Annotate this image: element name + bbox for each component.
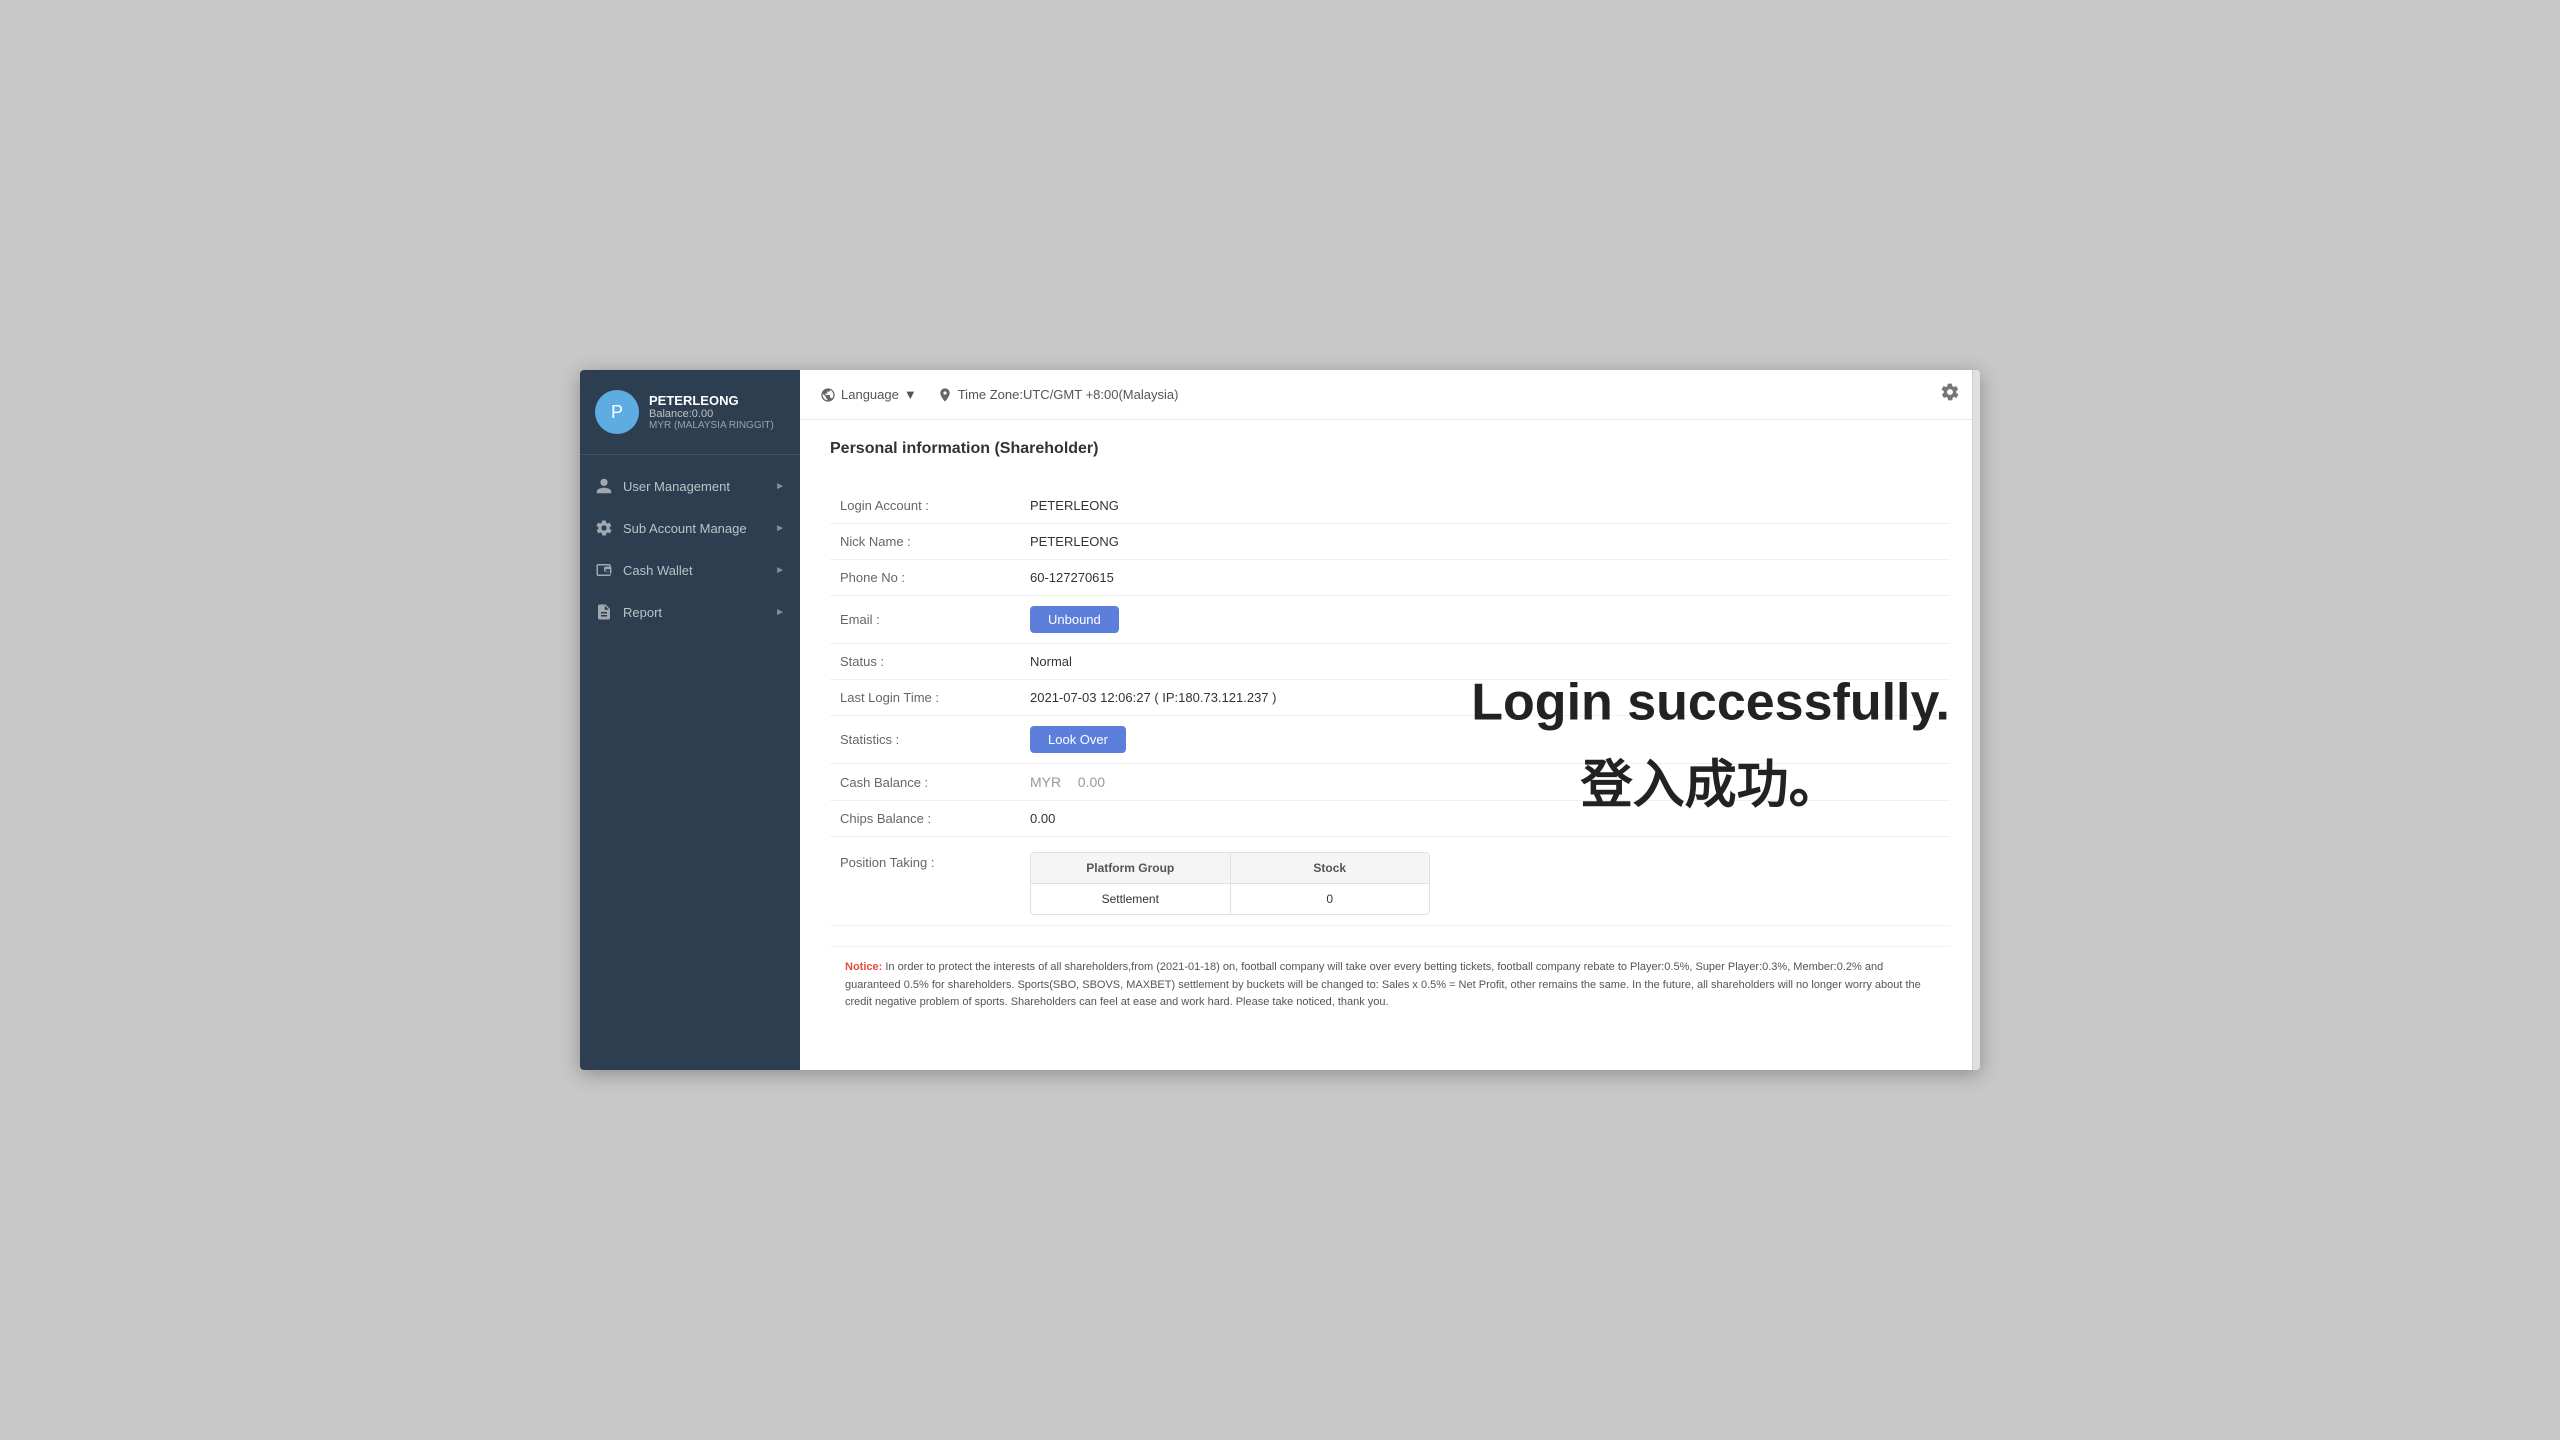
timezone-display: Time Zone:UTC/GMT +8:00(Malaysia) — [937, 387, 1179, 403]
nav-label-sub-account-manage: Sub Account Manage — [623, 521, 747, 536]
value-status: Normal — [1030, 654, 1072, 669]
sidebar-item-user-management[interactable]: User Management ► — [580, 465, 800, 507]
value-cash-balance: MYR 0.00 — [1030, 774, 1110, 790]
label-statistics: Statistics : — [830, 732, 1030, 747]
cash-currency: MYR — [1030, 774, 1061, 790]
language-label: Language — [841, 387, 899, 402]
page-title: Personal information (Shareholder) — [830, 440, 1950, 468]
value-phone-no: 60-127270615 — [1030, 570, 1114, 585]
sidebar: P PETERLEONG Balance:0.00 MYR (MALAYSIA … — [580, 370, 800, 1070]
profile-balance: Balance:0.00 — [649, 408, 774, 420]
main-content: Language ▼ Time Zone:UTC/GMT +8:00(Malay… — [800, 370, 1980, 1070]
window-scrollbar[interactable] — [1972, 370, 1980, 1070]
wallet-icon — [595, 561, 613, 579]
profile-info: PETERLEONG Balance:0.00 MYR (MALAYSIA RI… — [649, 393, 774, 431]
gear-icon — [1940, 382, 1960, 402]
profile-currency: MYR (MALAYSIA RINGGIT) — [649, 420, 774, 431]
position-cell-settlement: Settlement — [1031, 884, 1231, 914]
label-email: Email : — [830, 612, 1030, 627]
settings-icon — [595, 519, 613, 537]
sidebar-item-report[interactable]: Report ► — [580, 591, 800, 633]
field-chips-balance: Chips Balance : 0.00 — [830, 801, 1950, 837]
field-email: Email : Unbound — [830, 596, 1950, 644]
field-login-account: Login Account : PETERLEONG — [830, 488, 1950, 524]
field-status: Status : Normal — [830, 644, 1950, 680]
language-selector[interactable]: Language ▼ — [820, 387, 917, 403]
notice-section: Notice: In order to protect the interest… — [830, 946, 1950, 1024]
nav-arrow-report: ► — [775, 607, 785, 618]
sidebar-profile: P PETERLEONG Balance:0.00 MYR (MALAYSIA … — [580, 370, 800, 455]
nav-arrow-cash-wallet: ► — [775, 565, 785, 576]
language-dropdown-arrow: ▼ — [904, 387, 917, 402]
nav-arrow-sub-account: ► — [775, 523, 785, 534]
person-icon — [595, 477, 613, 495]
field-last-login-time: Last Login Time : 2021-07-03 12:06:27 ( … — [830, 680, 1950, 716]
field-nick-name: Nick Name : PETERLEONG — [830, 524, 1950, 560]
nav-label-user-management: User Management — [623, 479, 730, 494]
position-col-stock: Stock — [1231, 853, 1430, 883]
header: Language ▼ Time Zone:UTC/GMT +8:00(Malay… — [800, 370, 1980, 420]
value-chips-balance: 0.00 — [1030, 811, 1055, 826]
avatar: P — [595, 390, 639, 434]
notice-label: Notice: — [845, 961, 882, 973]
nav-label-cash-wallet: Cash Wallet — [623, 563, 693, 578]
globe-icon — [820, 387, 836, 403]
label-last-login-time: Last Login Time : — [830, 690, 1030, 705]
nav-label-report: Report — [623, 605, 662, 620]
value-login-account: PETERLEONG — [1030, 498, 1119, 513]
field-cash-balance: Cash Balance : MYR 0.00 — [830, 764, 1950, 801]
label-login-account: Login Account : — [830, 498, 1030, 513]
sidebar-item-cash-wallet[interactable]: Cash Wallet ► — [580, 549, 800, 591]
cash-amount: 0.00 — [1078, 774, 1105, 790]
field-position-taking: Position Taking : Platform Group Stock S… — [830, 837, 1950, 926]
value-last-login-time: 2021-07-03 12:06:27 ( IP:180.73.121.237 … — [1030, 690, 1276, 705]
unbound-button[interactable]: Unbound — [1030, 606, 1119, 633]
position-table: Platform Group Stock Settlement 0 — [1030, 852, 1430, 915]
timezone-label: Time Zone:UTC/GMT +8:00(Malaysia) — [958, 387, 1179, 402]
page-content: Personal information (Shareholder) Login… — [800, 420, 1980, 1070]
nav-arrow-user-management: ► — [775, 481, 785, 492]
position-table-row: Settlement 0 — [1031, 883, 1429, 914]
label-position-taking: Position Taking : — [830, 847, 1030, 870]
sidebar-nav: User Management ► Sub Account Manage ► C… — [580, 455, 800, 643]
label-status: Status : — [830, 654, 1030, 669]
label-phone-no: Phone No : — [830, 570, 1030, 585]
look-over-button[interactable]: Look Over — [1030, 726, 1126, 753]
notice-text: Notice: In order to protect the interest… — [845, 959, 1935, 1012]
label-chips-balance: Chips Balance : — [830, 811, 1030, 826]
document-icon — [595, 603, 613, 621]
app-window: P PETERLEONG Balance:0.00 MYR (MALAYSIA … — [580, 370, 1980, 1070]
position-cell-stock-value: 0 — [1231, 884, 1430, 914]
settings-button[interactable] — [1940, 382, 1960, 407]
label-cash-balance: Cash Balance : — [830, 775, 1030, 790]
notice-body: In order to protect the interests of all… — [845, 961, 1921, 1008]
profile-name: PETERLEONG — [649, 393, 774, 408]
position-table-header: Platform Group Stock — [1031, 853, 1429, 883]
location-icon — [937, 387, 953, 403]
field-statistics: Statistics : Look Over — [830, 716, 1950, 764]
position-col-platform-group: Platform Group — [1031, 853, 1231, 883]
field-phone-no: Phone No : 60-127270615 — [830, 560, 1950, 596]
label-nick-name: Nick Name : — [830, 534, 1030, 549]
sidebar-item-sub-account-manage[interactable]: Sub Account Manage ► — [580, 507, 800, 549]
value-nick-name: PETERLEONG — [1030, 534, 1119, 549]
